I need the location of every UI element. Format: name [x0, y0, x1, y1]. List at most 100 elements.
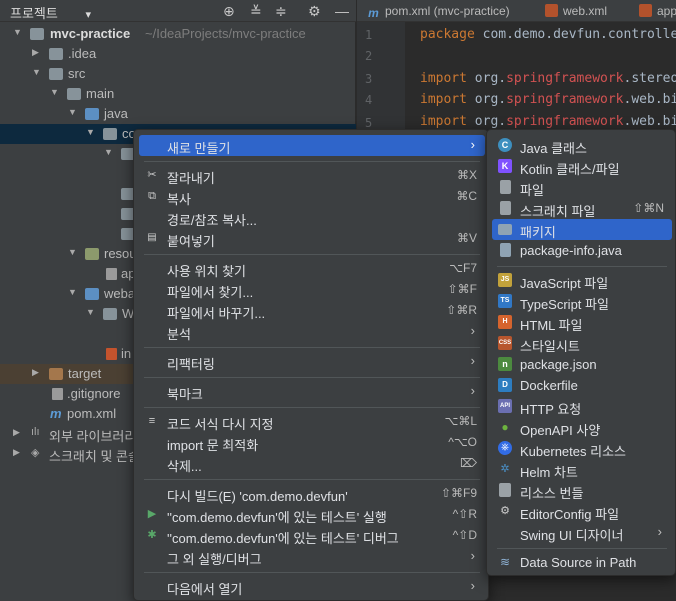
submenu-item-data-source[interactable]: ≋ Data Source in Path — [492, 552, 672, 573]
chevron-down-icon[interactable]: ▼ — [86, 127, 96, 137]
submenu-item-resource-bundle[interactable]: 리소스 번들 — [492, 480, 672, 501]
expand-all-icon[interactable]: ≑ — [275, 3, 287, 20]
submenu-item-html[interactable]: H HTML 파일 — [492, 312, 672, 333]
chevron-right-icon[interactable]: ▶ — [32, 47, 42, 58]
copy-icon: ⧉ — [148, 190, 156, 202]
menu-item-paste[interactable]: ▤ 붙여넣기 ⌘V — [139, 228, 485, 249]
submenu-item-helm[interactable]: ✲ Helm 차트 — [492, 459, 672, 480]
helm-icon: ✲ — [500, 463, 510, 475]
tree-item-src[interactable]: ▼ src — [0, 64, 356, 84]
submenu-item-package[interactable]: 패키지 — [492, 219, 672, 240]
chevron-down-icon[interactable]: ▼ — [13, 27, 23, 37]
menu-separator — [144, 479, 480, 480]
menu-item-analyze[interactable]: 분석 › — [139, 321, 485, 342]
minimize-icon[interactable]: — — [335, 3, 349, 19]
keyword: import — [420, 92, 467, 107]
menu-item-label: HTML 파일 — [520, 318, 583, 333]
chevron-down-icon[interactable]: ▼ — [50, 87, 60, 97]
chevron-right-icon: › — [470, 323, 475, 338]
menu-item-delete[interactable]: 삭제... ⌦ — [139, 453, 485, 474]
submenu-item-stylesheet[interactable]: CSS 스타일시트 — [492, 333, 672, 354]
menu-item-new[interactable]: 새로 만들기 › — [139, 135, 485, 156]
submenu-item-swing-ui[interactable]: Swing UI 디자이너 › — [492, 522, 672, 543]
submenu-item-openapi[interactable]: ● OpenAPI 사양 — [492, 417, 672, 438]
submenu-item-javascript[interactable]: JS JavaScript 파일 — [492, 270, 672, 291]
tree-item-mvc-practice[interactable]: ▼ mvc-practice ~/IdeaProjects/mvc-practi… — [0, 24, 356, 44]
tab-label: app — [657, 4, 676, 18]
menu-item-label: 스타일시트 — [520, 339, 580, 354]
menu-item-replace-in-files[interactable]: 파일에서 바꾸기... ⇧⌘R — [139, 300, 485, 321]
chevron-down-icon[interactable]: ▼ — [68, 287, 78, 297]
submenu-item-package-json[interactable]: n package.json — [492, 354, 672, 375]
menu-item-more-run-debug[interactable]: 그 외 실행/디버그 › — [139, 546, 485, 567]
menu-item-rebuild[interactable]: 다시 빌드(E) 'com.demo.devfun' ⇧⌘F9 — [139, 483, 485, 504]
menu-item-copy-path[interactable]: 경로/참조 복사... — [139, 207, 485, 228]
tree-item-label: java — [104, 106, 128, 121]
menu-item-bookmarks[interactable]: 북마크 › — [139, 381, 485, 402]
project-view-selector[interactable]: 프로젝트 ▾ — [10, 3, 91, 22]
menu-item-label: Data Source in Path — [520, 555, 637, 570]
chevron-down-icon[interactable]: ▾ — [85, 9, 91, 21]
chevron-right-icon[interactable]: ▶ — [13, 427, 23, 438]
gear-icon[interactable]: ⚙ — [308, 3, 321, 20]
menu-item-label: 파일에서 찾기... — [167, 285, 254, 300]
menu-item-find-in-files[interactable]: 파일에서 찾기... ⇧⌘F — [139, 279, 485, 300]
tree-item-idea[interactable]: ▶ .idea — [0, 44, 356, 64]
submenu-item-http-request[interactable]: API HTTP 요청 — [492, 396, 672, 417]
menu-item-copy[interactable]: ⧉ 복사 ⌘C — [139, 186, 485, 207]
submenu-item-scratch-file[interactable]: 스크래치 파일 ⇧⌘N — [492, 198, 672, 219]
menu-item-label: 스크래치 파일 — [520, 204, 596, 219]
chevron-down-icon[interactable]: ▼ — [68, 107, 78, 117]
chevron-down-icon[interactable]: ▼ — [86, 307, 96, 317]
tree-item-label: mvc-practice — [50, 26, 131, 41]
chevron-down-icon[interactable]: ▼ — [32, 67, 42, 77]
menu-item-label: 붙여넣기 — [167, 234, 215, 249]
tab-web-xml[interactable]: web.xml — [541, 0, 631, 21]
tree-item-label: weba — [104, 286, 136, 301]
tree-item-label: resou — [104, 246, 137, 261]
submenu-item-dockerfile[interactable]: D Dockerfile — [492, 375, 672, 396]
tree-item-label: pom.xml — [67, 406, 117, 421]
chevron-down-icon[interactable]: ▼ — [68, 247, 78, 257]
clipboard-icon: ▤ — [147, 232, 157, 243]
menu-item-refactor[interactable]: 리팩터링 › — [139, 351, 485, 372]
chevron-right-icon[interactable]: ▶ — [32, 367, 42, 378]
library-icon: ılı — [31, 426, 40, 438]
submenu-item-editorconfig[interactable]: ⚙ EditorConfig 파일 — [492, 501, 672, 522]
menu-item-reformat-code[interactable]: ≡ 코드 서식 다시 지정 ⌥⌘L — [139, 411, 485, 432]
menu-item-cut[interactable]: ✂ 잘라내기 ⌘X — [139, 165, 485, 186]
editorconfig-icon: ⚙ — [500, 505, 510, 517]
menu-item-debug-tests[interactable]: ✱ ''com.demo.devfun'에 있는 테스트' 디버그 ^⇧D — [139, 525, 485, 546]
submenu-item-package-info[interactable]: package-info.java — [492, 240, 672, 261]
menu-item-run-tests[interactable]: ▶ ''com.demo.devfun'에 있는 테스트' 실행 ^⇧R — [139, 504, 485, 525]
menu-item-shortcut: ⌥F7 — [449, 261, 477, 275]
tab-app[interactable]: app — [635, 0, 676, 21]
tab-pom-xml[interactable]: m pom.xml (mvc-practice) — [363, 0, 539, 21]
gitignore-file-icon — [52, 388, 63, 400]
menu-item-find-usages[interactable]: 사용 위치 찾기 ⌥F7 — [139, 258, 485, 279]
code-line[interactable]: import org.springframework.web.bi — [420, 114, 676, 129]
tree-item-main[interactable]: ▼ main — [0, 84, 356, 104]
java-file-icon — [500, 243, 511, 257]
code-line[interactable]: import org.springframework.web.bi — [420, 92, 676, 107]
crosshair-icon[interactable]: ⊕ — [223, 3, 235, 20]
submenu-item-kubernetes[interactable]: ⎈ Kubernetes 리소스 — [492, 438, 672, 459]
chevron-right-icon[interactable]: ▶ — [13, 447, 23, 458]
code-line[interactable]: import org.springframework.stereo — [420, 71, 676, 86]
menu-item-label: 리소스 번들 — [520, 486, 584, 501]
keyword: import — [420, 114, 467, 129]
reformat-icon: ≡ — [148, 415, 156, 427]
collapse-all-icon[interactable]: ≚ — [250, 3, 262, 20]
menu-item-label: package.json — [520, 357, 597, 372]
folder-icon — [49, 68, 63, 80]
submenu-item-kotlin[interactable]: K Kotlin 클래스/파일 — [492, 156, 672, 177]
chevron-down-icon[interactable]: ▼ — [104, 147, 114, 157]
submenu-item-java-class[interactable]: C Java 클래스 — [492, 135, 672, 156]
menu-separator — [144, 377, 480, 378]
tree-item-java[interactable]: ▼ java — [0, 104, 356, 124]
menu-item-optimize-imports[interactable]: import 문 최적화 ^⌥O — [139, 432, 485, 453]
submenu-item-typescript[interactable]: TS TypeScript 파일 — [492, 291, 672, 312]
submenu-item-file[interactable]: 파일 — [492, 177, 672, 198]
menu-item-open-in[interactable]: 다음에서 열기 › — [139, 576, 485, 597]
code-line[interactable]: package com.demo.devfun.controlle — [420, 27, 676, 42]
